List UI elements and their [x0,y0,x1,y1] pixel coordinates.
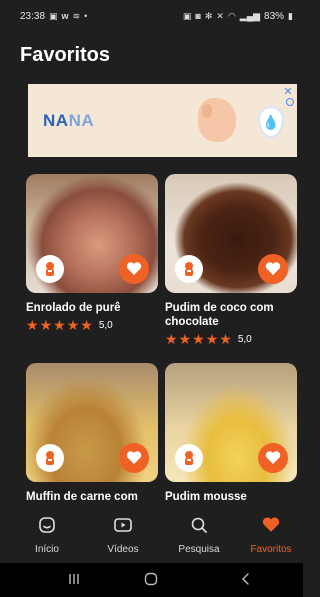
signal-icon: ▂▄▆ [239,10,261,21]
rating-score: 5,0 [237,333,252,345]
status-time: 23:38 [20,10,46,22]
star-icon: ★ [192,331,205,347]
recipe-title[interactable]: Enrolado de purê [26,301,158,315]
bottom-nav: Início Vídeos Pesquisa Favoritos [0,505,303,563]
recipe-card[interactable]: Pudim de coco com chocolate ★ ★ ★ ★ ★ 5,… [165,174,297,346]
nav-label: Pesquisa [178,544,220,555]
ad-brand-logo: NANA [43,111,95,130]
nav-label: Favoritos [250,544,292,555]
recipe-title[interactable]: Pudim de coco com chocolate [165,301,297,329]
ad-close-icon[interactable]: ✕ [282,86,294,98]
home-button-icon[interactable] [143,571,159,592]
system-nav-bar [0,563,303,597]
recipe-image[interactable] [165,174,297,293]
star-icon: ★ [80,317,93,333]
recent-apps-icon[interactable] [66,571,82,592]
w-icon: w [61,11,69,21]
lock-icon: ▣ [182,10,192,21]
favorite-heart-button[interactable] [119,443,149,473]
wifi-call-icon: ≋ [72,10,81,21]
recipe-card[interactable]: Enrolado de purê ★ ★ ★ ★ ★ 5,0 [26,174,158,332]
recipe-image[interactable] [165,363,297,482]
recipe-rating: ★ ★ ★ ★ ★ 5,0 [165,332,297,346]
battery-icon: ▮ [288,10,293,21]
nav-item-favoritos[interactable]: Favoritos [236,515,306,555]
nav-item-videos[interactable]: Vídeos [88,515,158,555]
ad-drop-icon: 💧 [258,106,284,138]
status-bar: 23:38 ▣ w ≋ • ▣ ◙ ✻ ✕ ◠ ▂▄▆ 83% ▮ [0,0,303,32]
star-icon: ★ [165,331,178,347]
wifi-icon: ◠ [227,10,236,21]
recipe-image[interactable] [26,174,158,293]
ad-banner[interactable]: NANA 💧 ✕ [28,84,297,157]
favorite-heart-button[interactable] [119,254,149,284]
rating-score: 5,0 [98,319,113,331]
recipe-image[interactable] [26,363,158,482]
star-icon: ★ [66,317,80,333]
recipe-title[interactable]: Muffin de carne com [26,490,158,504]
star-icon: ★ [39,317,53,333]
back-icon[interactable] [238,571,254,592]
recipe-card[interactable]: Muffin de carne com [26,363,158,504]
nav-label: Vídeos [107,544,139,555]
recipe-title[interactable]: Pudim mousse [165,490,297,504]
video-icon [113,515,133,535]
ad-hand-image [198,98,236,142]
alarm-icon: ◙ [195,11,201,21]
star-icon: ★ [53,317,66,333]
chef-icon [175,444,203,472]
chef-icon [175,255,203,283]
battery-percent: 83% [264,10,285,22]
star-icon: ★ [205,331,219,347]
gallery-icon: ▣ [49,10,58,21]
nav-label: Início [35,544,59,555]
nav-item-inicio[interactable]: Início [12,515,82,555]
chef-icon [36,444,64,472]
bluetooth-icon: ✻ [204,10,213,21]
nav-item-pesquisa[interactable]: Pesquisa [164,515,234,555]
star-icon: ★ [26,317,39,333]
favorite-heart-button[interactable] [258,443,288,473]
chef-icon [36,255,64,283]
mute-icon: ✕ [216,10,224,21]
home-icon [38,515,56,535]
page-title: Favoritos [20,44,111,66]
ad-info-icon[interactable] [286,98,294,106]
recipe-card[interactable]: Pudim mousse [165,363,297,504]
dot-icon: • [84,11,88,21]
search-icon [190,515,208,535]
recipe-rating: ★ ★ ★ ★ ★ 5,0 [26,318,158,332]
star-icon: ★ [219,331,232,347]
favorite-heart-button[interactable] [258,254,288,284]
star-icon: ★ [178,331,192,347]
heart-icon [262,515,280,535]
